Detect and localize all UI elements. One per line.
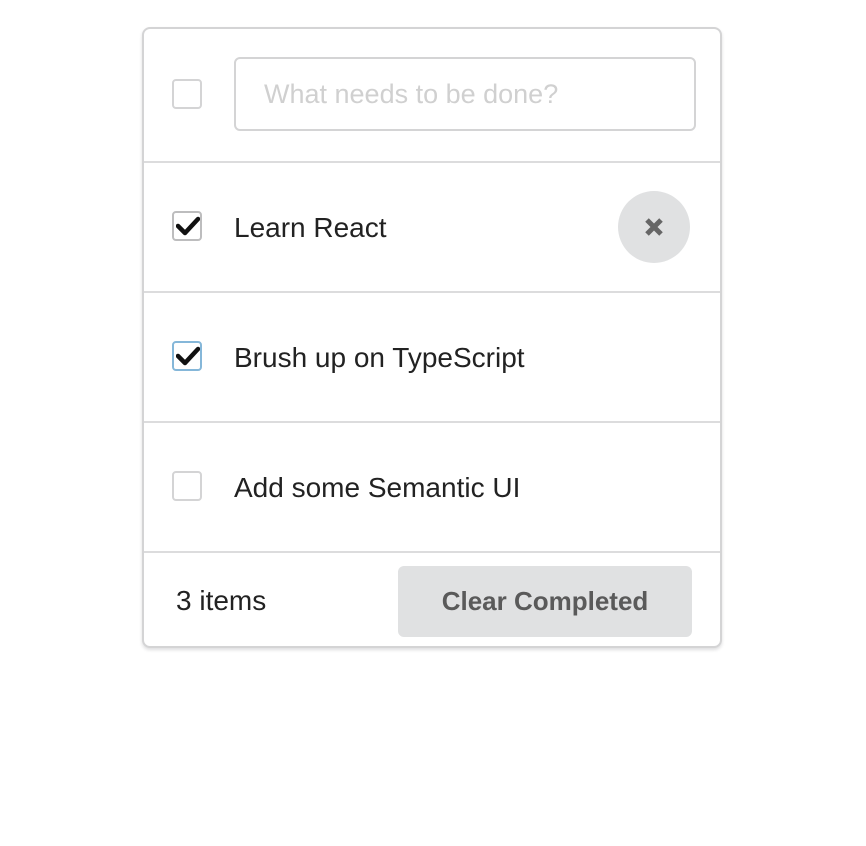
todo-card: Learn React Brush up on TypeScript Add s… — [142, 27, 722, 648]
todo-item: Brush up on TypeScript — [144, 293, 720, 423]
delete-todo-button[interactable] — [618, 191, 690, 263]
new-todo-input[interactable] — [234, 57, 696, 131]
todo-checkbox[interactable] — [172, 211, 202, 241]
todo-checkbox[interactable] — [172, 341, 202, 371]
todo-label: Brush up on TypeScript — [234, 342, 525, 373]
todo-item: Learn React — [144, 163, 720, 293]
items-count: 3 items — [176, 585, 267, 616]
todo-item: Add some Semantic UI — [144, 423, 720, 553]
check-icon — [176, 346, 200, 366]
clear-completed-button[interactable]: Clear Completed — [398, 566, 692, 637]
new-todo-row — [144, 29, 720, 163]
check-icon — [176, 216, 200, 236]
todo-footer: 3 items Clear Completed — [144, 553, 720, 648]
todo-label: Learn React — [234, 212, 387, 243]
todo-checkbox[interactable] — [172, 471, 202, 501]
toggle-all-checkbox[interactable] — [172, 79, 202, 109]
todo-label: Add some Semantic UI — [234, 472, 521, 503]
close-icon — [645, 218, 663, 236]
